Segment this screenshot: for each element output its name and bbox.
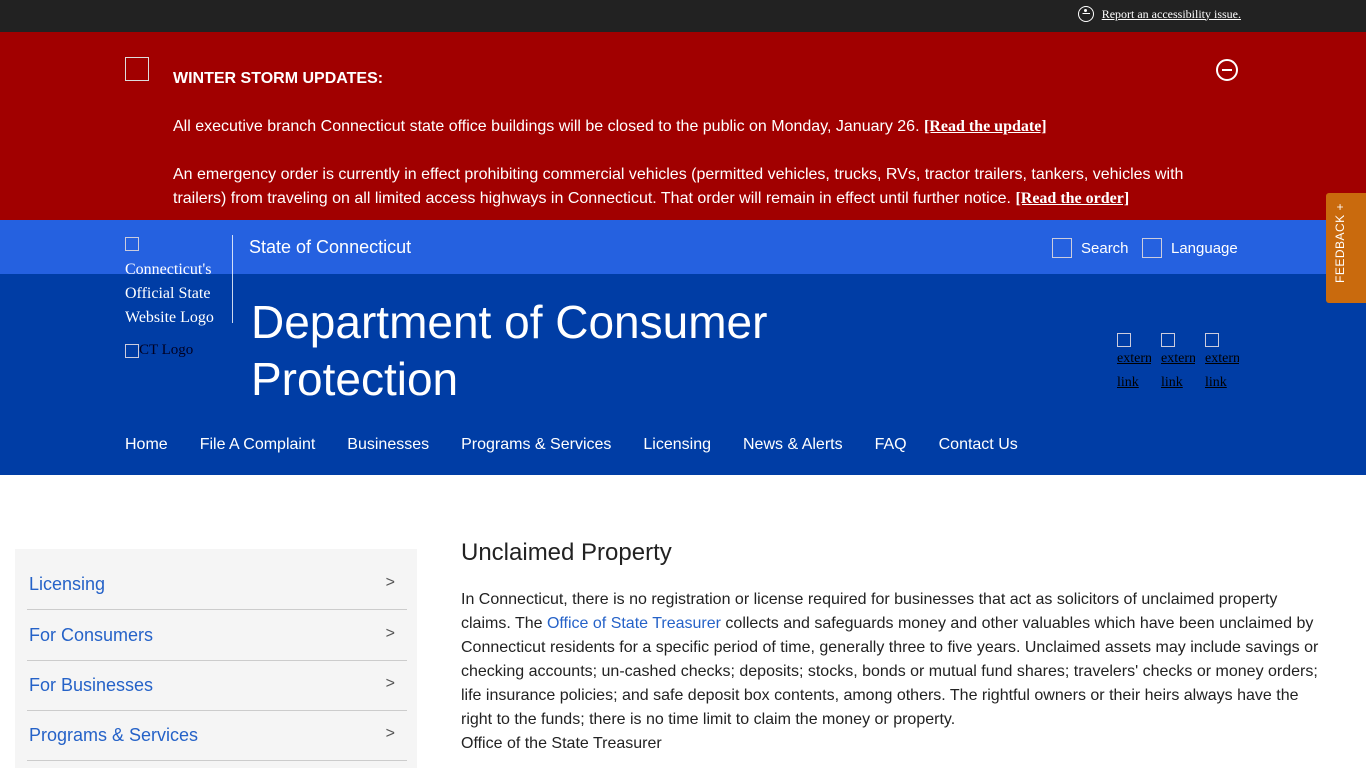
sidebar-item-label: Licensing [29, 574, 106, 594]
nav-news-alerts[interactable]: News & Alerts [743, 436, 843, 454]
social-link-1[interactable]: external link [1117, 333, 1151, 395]
language-label: Language [1171, 239, 1238, 257]
broken-image-icon [125, 237, 139, 251]
winter-storm-alert: WINTER STORM UPDATES: All executive bran… [0, 32, 1366, 220]
ct-logo: CT Logo [125, 342, 193, 359]
external-link-icon [1117, 333, 1131, 347]
sidebar-item-licensing[interactable]: Licensing > [27, 560, 407, 610]
external-link-icon [1161, 333, 1175, 347]
accessibility-report-link[interactable]: Report an accessibility issue. [1102, 7, 1241, 22]
read-update-link[interactable]: [Read the update] [924, 118, 1047, 135]
department-title[interactable]: Department of Consumer Protection [251, 294, 951, 408]
sidebar-item-label: For Businesses [29, 675, 154, 695]
nav-contact-us[interactable]: Contact Us [939, 436, 1018, 454]
chevron-right-icon: > [385, 675, 395, 692]
feedback-label: FEEDBACK + [1333, 202, 1347, 283]
alert-paragraph-2: An emergency order is currently in effec… [173, 163, 1203, 211]
sidebar-item-for-businesses[interactable]: For Businesses > [27, 661, 407, 711]
feedback-tab[interactable]: FEEDBACK + [1326, 193, 1366, 303]
content-paragraph: In Connecticut, there is no registration… [461, 588, 1323, 756]
social-link-alt: external link [1161, 351, 1195, 390]
sidebar-item-label: Programs & Services [29, 725, 199, 745]
sidebar-item-for-consumers[interactable]: For Consumers > [27, 611, 407, 661]
nav-file-a-complaint[interactable]: File A Complaint [200, 436, 316, 454]
social-link-alt: external link [1205, 351, 1239, 390]
accessibility-report[interactable]: Report an accessibility issue. [1077, 6, 1241, 22]
language-icon [1142, 238, 1162, 258]
top-utility-bar: Report an accessibility issue. [0, 0, 1366, 32]
nav-faq[interactable]: FAQ [875, 436, 907, 454]
search-icon [1052, 238, 1072, 258]
external-link-icon [1205, 333, 1219, 347]
content-text-tail: Office of the State Treasurer [461, 735, 662, 752]
sidebar-item-programs-services[interactable]: Programs & Services > [27, 711, 407, 761]
language-button[interactable]: Language [1142, 238, 1238, 258]
alert-paragraph-1: All executive branch Connecticut state o… [173, 115, 1203, 139]
broken-image-icon [125, 344, 139, 358]
state-website-logo[interactable]: Connecticut's Official State Website Log… [125, 234, 225, 330]
alert-text-1: All executive branch Connecticut state o… [173, 118, 924, 135]
social-link-2[interactable]: external link [1161, 333, 1195, 395]
page-title: Unclaimed Property [461, 539, 672, 566]
ct-logo-alt-text: CT Logo [139, 342, 194, 358]
alert-image [125, 57, 149, 81]
nav-home[interactable]: Home [125, 436, 168, 454]
chevron-right-icon: > [385, 574, 395, 591]
nav-businesses[interactable]: Businesses [347, 436, 429, 454]
office-of-state-treasurer-link[interactable]: Office of State Treasurer [547, 615, 721, 632]
nav-programs-services[interactable]: Programs & Services [461, 436, 611, 454]
alert-title: WINTER STORM UPDATES: [173, 70, 384, 87]
alert-collapse-button[interactable] [1216, 59, 1238, 81]
chevron-right-icon: > [385, 625, 395, 642]
chevron-right-icon: > [385, 725, 395, 742]
nav-licensing[interactable]: Licensing [643, 436, 711, 454]
state-logo-alt-text: Connecticut's Official State Website Log… [125, 261, 214, 326]
sidebar-item-label: For Consumers [29, 625, 154, 645]
main-navigation: Home File A Complaint Businesses Program… [125, 436, 1018, 454]
state-name[interactable]: State of Connecticut [249, 237, 411, 258]
search-label: Search [1081, 239, 1129, 257]
accessibility-icon [1077, 6, 1094, 22]
header-divider [232, 235, 233, 323]
search-button[interactable]: Search [1052, 238, 1129, 258]
sidebar-menu: Licensing > For Consumers > For Business… [15, 549, 417, 768]
social-link-3[interactable]: external link [1205, 333, 1239, 395]
read-order-link[interactable]: [Read the order] [1015, 190, 1129, 207]
social-link-alt: external link [1117, 351, 1151, 390]
